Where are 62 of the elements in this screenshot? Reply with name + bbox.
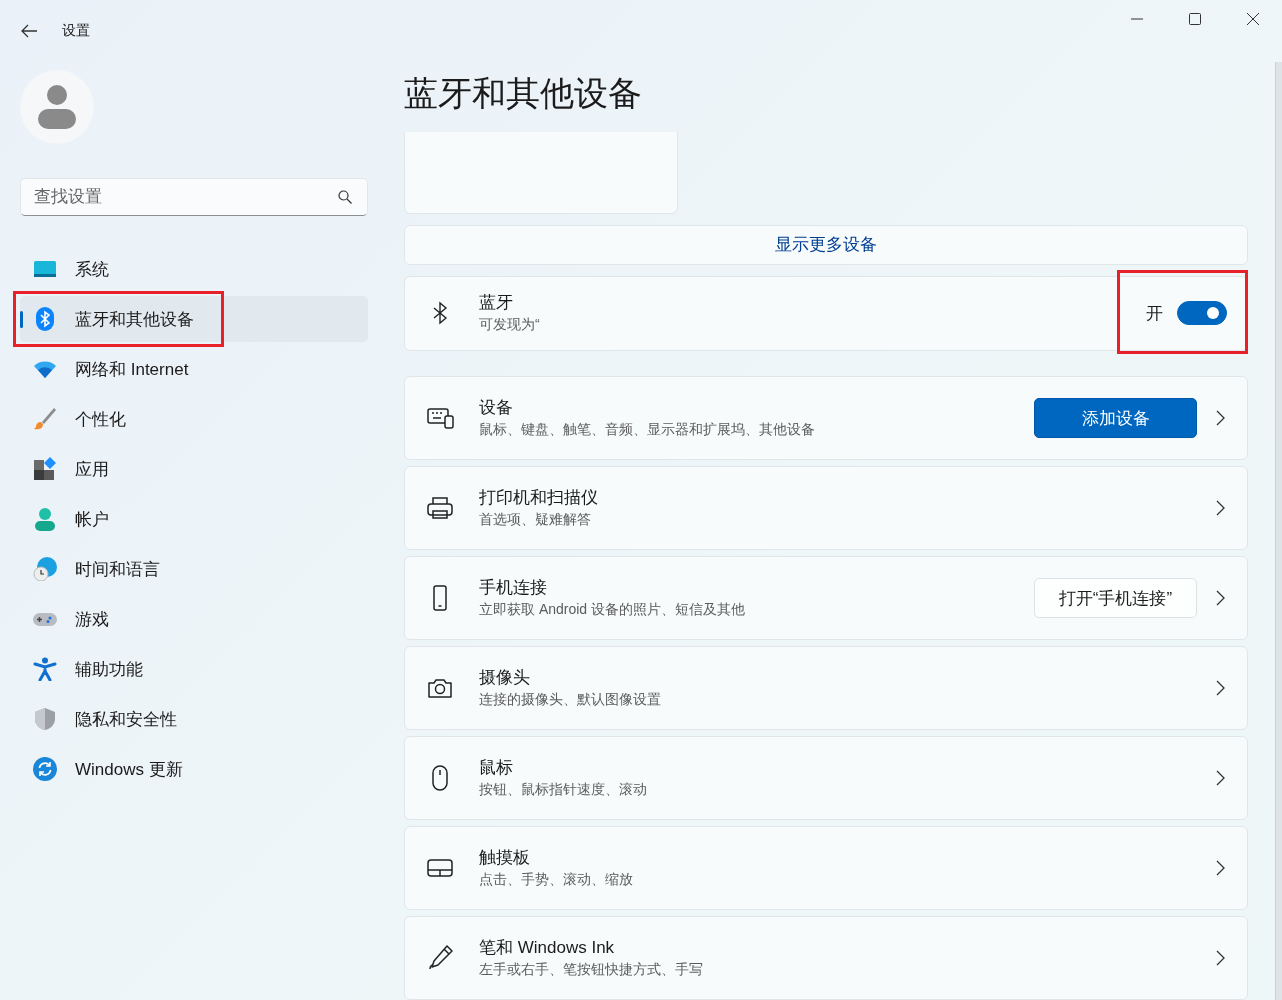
bluetooth-icon bbox=[33, 307, 57, 331]
sidebar-item[interactable]: 蓝牙和其他设备 bbox=[20, 296, 368, 342]
sidebar-item[interactable]: 辅助功能 bbox=[20, 646, 368, 692]
chevron-right-icon bbox=[1215, 770, 1225, 786]
settings-row[interactable]: 打印机和扫描仪 首选项、疑难解答 bbox=[404, 466, 1248, 550]
setting-title: 设备 bbox=[479, 397, 514, 419]
setting-description: 首选项、疑难解答 bbox=[479, 510, 592, 529]
sidebar-item[interactable]: 游戏 bbox=[20, 596, 368, 642]
setting-description: 按钮、鼠标指针速度、滚动 bbox=[479, 780, 648, 799]
settings-row[interactable]: 手机连接 立即获取 Android 设备的照片、短信及其他 打开“手机连接” bbox=[404, 556, 1248, 640]
sidebar-item[interactable]: 应用 bbox=[20, 446, 368, 492]
search-field[interactable]: 查找设置 bbox=[20, 178, 368, 216]
accessibility-icon bbox=[33, 657, 57, 681]
setting-title: 摄像头 bbox=[479, 667, 531, 689]
maximize-icon bbox=[1189, 13, 1201, 25]
sidebar-item[interactable]: 个性化 bbox=[20, 396, 368, 442]
setting-description: 立即获取 Android 设备的照片、短信及其他 bbox=[479, 600, 747, 619]
chevron-right-icon bbox=[1215, 500, 1225, 516]
settings-row[interactable]: 触摸板 点击、手势、滚动、缩放 bbox=[404, 826, 1248, 910]
settings-row[interactable]: 鼠标 按钮、鼠标指针速度、滚动 bbox=[404, 736, 1248, 820]
sidebar-item[interactable]: 帐户 bbox=[20, 496, 368, 542]
setting-description: 可发现为“ bbox=[479, 315, 541, 335]
chevron-right-icon bbox=[1215, 680, 1225, 696]
apps-icon bbox=[33, 457, 57, 481]
sidebar-item[interactable]: 网络和 Internet bbox=[20, 346, 368, 392]
setting-description: 连接的摄像头、默认图像设置 bbox=[479, 690, 662, 709]
chevron-right-icon bbox=[1215, 860, 1225, 876]
page-title: 蓝牙和其他设备 bbox=[404, 73, 643, 114]
setting-description: 鼠标、键盘、触笔、音频、显示器和扩展坞、其他设备 bbox=[479, 420, 816, 439]
back-icon[interactable] bbox=[20, 22, 38, 40]
close-icon bbox=[1247, 13, 1259, 25]
window-title: 设置 bbox=[62, 22, 90, 40]
settings-row[interactable]: 摄像头 连接的摄像头、默认图像设置 bbox=[404, 646, 1248, 730]
add-device-button[interactable]: 添加设备 bbox=[1034, 398, 1197, 438]
setting-description: 左手或右手、笔按钮快捷方式、手写 bbox=[479, 960, 704, 979]
settings-row[interactable]: 设备 鼠标、键盘、触笔、音频、显示器和扩展坞、其他设备 添加设备 bbox=[404, 376, 1248, 460]
paintbrush-icon bbox=[33, 407, 57, 431]
chevron-right-icon bbox=[1215, 590, 1225, 606]
settings-row[interactable]: 笔和 Windows Ink 左手或右手、笔按钮快捷方式、手写 bbox=[404, 916, 1248, 1000]
setting-title: 笔和 Windows Ink bbox=[479, 937, 616, 959]
setting-title: 蓝牙 bbox=[479, 292, 514, 315]
sidebar-item[interactable]: 隐私和安全性 bbox=[20, 696, 368, 742]
open-app-button[interactable]: 打开“手机连接” bbox=[1034, 578, 1197, 618]
setting-title: 手机连接 bbox=[479, 577, 548, 599]
show-more-link[interactable]: 显示更多设备 bbox=[775, 233, 877, 257]
setting-description: 点击、手势、滚动、缩放 bbox=[479, 870, 634, 889]
toggle-label: 开 bbox=[1146, 302, 1163, 325]
setting-title: 打印机和扫描仪 bbox=[479, 487, 599, 509]
sidebar-item[interactable]: Windows 更新 bbox=[20, 746, 368, 792]
chevron-right-icon bbox=[1215, 950, 1225, 966]
globe-clock-icon bbox=[33, 557, 57, 581]
refresh-icon bbox=[33, 757, 57, 781]
shield-icon bbox=[33, 707, 57, 731]
sidebar-item[interactable]: 系统 bbox=[20, 246, 368, 292]
chevron-right-icon bbox=[1215, 410, 1225, 426]
sidebar-item[interactable]: 时间和语言 bbox=[20, 546, 368, 592]
setting-title: 触摸板 bbox=[479, 847, 531, 869]
toggle-switch[interactable] bbox=[1177, 301, 1227, 326]
search-icon bbox=[338, 190, 352, 204]
selection-indicator bbox=[20, 311, 23, 328]
person-icon bbox=[33, 507, 57, 531]
setting-title: 鼠标 bbox=[479, 757, 514, 779]
